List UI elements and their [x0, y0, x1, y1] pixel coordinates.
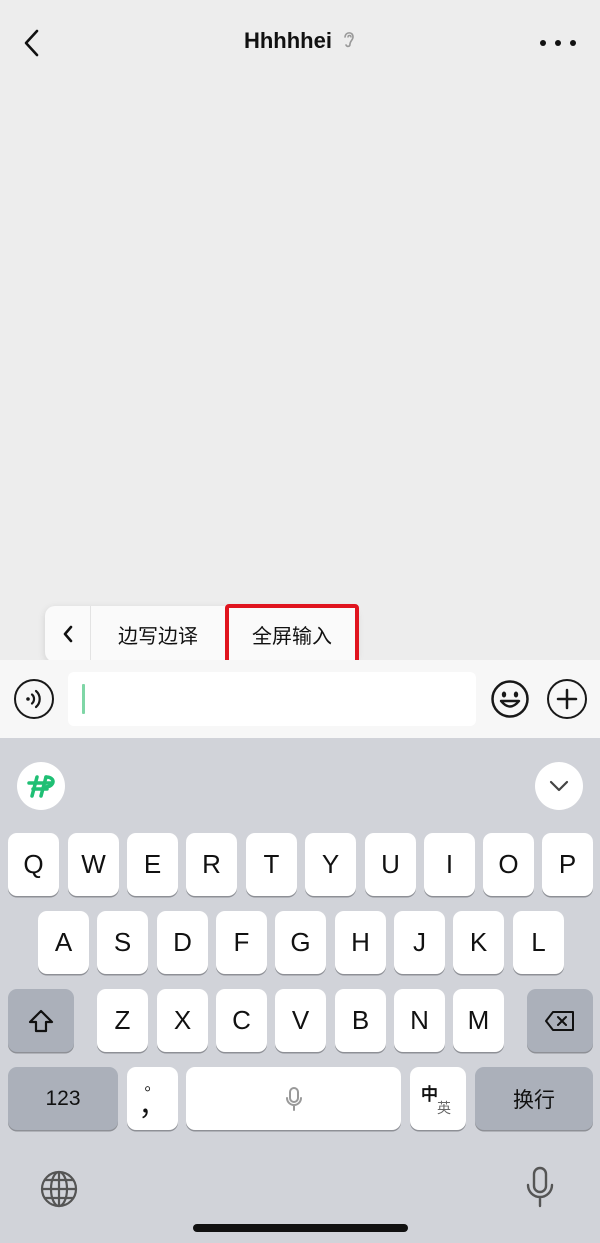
more-functions-button[interactable]	[547, 679, 587, 719]
language-switch-key[interactable]: 中 英	[410, 1067, 466, 1130]
chat-title: Hhhhhei	[243, 28, 332, 53]
voice-button[interactable]	[14, 679, 54, 719]
keyboard-toolbar	[0, 738, 600, 832]
key-j[interactable]: J	[394, 911, 445, 974]
emoji-icon	[491, 680, 529, 718]
chat-message-area[interactable]	[0, 86, 600, 660]
lang-top: 中	[421, 1085, 438, 1104]
more-dot	[540, 40, 546, 46]
chat-header: Hhhhhei	[0, 0, 600, 86]
delete-key[interactable]	[527, 989, 593, 1052]
key-z[interactable]: Z	[97, 989, 148, 1052]
home-indicator	[193, 1224, 408, 1232]
key-p[interactable]: P	[542, 833, 593, 896]
key-w[interactable]: W	[68, 833, 119, 896]
key-u[interactable]: U	[365, 833, 416, 896]
numbers-key[interactable]: 123	[8, 1067, 118, 1130]
key-b[interactable]: B	[335, 989, 386, 1052]
dictation-button[interactable]	[518, 1164, 562, 1210]
more-dot	[570, 40, 576, 46]
key-y[interactable]: Y	[305, 833, 356, 896]
key-t[interactable]: T	[246, 833, 297, 896]
key-n[interactable]: N	[394, 989, 445, 1052]
mic-icon	[285, 1086, 302, 1111]
key-e[interactable]: E	[127, 833, 178, 896]
more-dot	[555, 40, 561, 46]
key-x[interactable]: X	[157, 989, 208, 1052]
key-d[interactable]: D	[157, 911, 208, 974]
key-k[interactable]: K	[453, 911, 504, 974]
plus-icon	[556, 688, 578, 710]
key-o[interactable]: O	[483, 833, 534, 896]
key-a[interactable]: A	[38, 911, 89, 974]
chevron-left-icon	[63, 625, 72, 643]
text-caret	[82, 684, 85, 714]
key-m[interactable]: M	[453, 989, 504, 1052]
key-v[interactable]: V	[275, 989, 326, 1052]
key-c[interactable]: C	[216, 989, 267, 1052]
return-key[interactable]: 换行	[475, 1067, 593, 1130]
menu-item-fullscreen-input[interactable]: 全屏输入	[225, 604, 359, 664]
on-screen-keyboard: Q W E R T Y U I O P A S D F G H J K L Z …	[0, 738, 600, 1243]
shift-key[interactable]	[8, 989, 74, 1052]
punctuation-key[interactable]: 。 ，	[127, 1067, 178, 1130]
mic-icon	[526, 1166, 554, 1208]
key-f[interactable]: F	[216, 911, 267, 974]
globe-icon	[40, 1170, 78, 1208]
punct-bottom: ，	[138, 1089, 167, 1121]
space-key[interactable]	[186, 1067, 401, 1130]
globe-button[interactable]	[36, 1166, 82, 1212]
key-i[interactable]: I	[424, 833, 475, 896]
key-r[interactable]: R	[186, 833, 237, 896]
message-input-bar	[0, 660, 600, 738]
chat-title-wrap: Hhhhhei	[0, 28, 600, 55]
voice-icon	[26, 689, 41, 709]
key-l[interactable]: L	[513, 911, 564, 974]
ear-icon	[342, 29, 356, 55]
shift-icon	[28, 1009, 54, 1032]
key-s[interactable]: S	[97, 911, 148, 974]
key-h[interactable]: H	[335, 911, 386, 974]
collapse-keyboard-button[interactable]	[535, 762, 583, 810]
chevron-down-icon	[549, 780, 569, 792]
keyboard-logo-icon	[27, 775, 55, 798]
key-q[interactable]: Q	[8, 833, 59, 896]
lang-bottom: 英	[437, 1100, 451, 1116]
message-input[interactable]	[68, 672, 476, 726]
input-context-menu: 边写边译 全屏输入	[45, 604, 359, 664]
keyboard-logo-button[interactable]	[17, 762, 65, 810]
delete-icon	[545, 1010, 574, 1031]
emoji-button[interactable]	[490, 679, 530, 719]
more-button[interactable]	[540, 30, 576, 56]
menu-back-button[interactable]	[45, 606, 91, 662]
menu-item-translate-while-typing[interactable]: 边写边译	[91, 606, 225, 662]
key-g[interactable]: G	[275, 911, 326, 974]
